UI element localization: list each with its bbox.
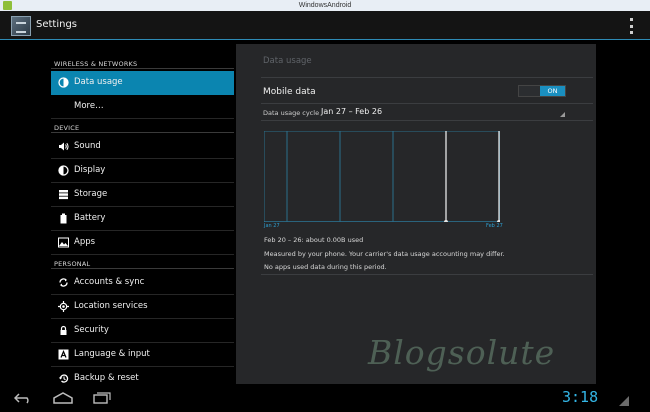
sidebar-item-label: Accounts & sync <box>74 277 145 287</box>
sidebar-item-label: Backup & reset <box>74 373 139 383</box>
sidebar-item-sound[interactable]: Sound <box>51 135 234 159</box>
divider <box>261 120 593 121</box>
sidebar-item-more[interactable]: More… <box>51 95 234 119</box>
sidebar-item-storage[interactable]: Storage <box>51 183 234 207</box>
sidebar-item-apps[interactable]: Apps <box>51 231 234 255</box>
mobile-data-toggle[interactable]: ON <box>518 85 566 97</box>
sidebar-item-label: Battery <box>74 213 106 223</box>
no-apps-note: No apps used data during this period. <box>264 263 387 271</box>
section-header-personal: PERSONAL <box>54 260 91 268</box>
sync-icon <box>58 277 69 288</box>
divider <box>51 268 234 269</box>
data-usage-icon <box>58 77 69 88</box>
status-clock[interactable]: 3:18 <box>562 388 598 406</box>
window-title: WindowsAndroid <box>298 2 352 9</box>
usage-summary: Feb 20 – 26: about 0.00B used <box>264 236 364 244</box>
chart-start-label: Jan 27 <box>264 223 280 229</box>
backup-icon <box>58 373 69 384</box>
signal-icon <box>619 396 629 406</box>
sidebar-item-label: Storage <box>74 189 108 199</box>
apps-icon <box>58 237 69 248</box>
home-icon[interactable] <box>53 392 73 407</box>
sidebar-item-label: Data usage <box>74 77 123 87</box>
cycle-dropdown[interactable]: Jan 27 – Feb 26 <box>321 107 382 116</box>
chart-frame <box>264 131 500 222</box>
sidebar-item-label: Sound <box>74 141 101 151</box>
sidebar-item-language[interactable]: Language & input <box>51 343 234 367</box>
sidebar-item-data-usage[interactable]: Data usage <box>51 71 234 95</box>
display-icon <box>58 165 69 176</box>
sidebar-item-security[interactable]: Security <box>51 319 234 343</box>
sidebar-item-battery[interactable]: Battery <box>51 207 234 231</box>
divider <box>261 274 593 275</box>
dropdown-arrow-icon[interactable] <box>560 112 565 117</box>
sidebar-item-label: Apps <box>74 237 96 247</box>
start-handle-knob <box>444 220 448 222</box>
settings-app-icon[interactable] <box>11 16 31 36</box>
end-handle-knob <box>497 220 500 222</box>
panel-title: Data usage <box>263 56 312 66</box>
section-header-wireless: WIRELESS & NETWORKS <box>54 60 138 68</box>
watermark-text: Blogsolute <box>368 333 556 372</box>
location-icon <box>58 301 69 312</box>
system-nav-bar: 3:18 <box>0 386 650 412</box>
overflow-menu-icon[interactable] <box>630 18 634 34</box>
recent-apps-icon[interactable] <box>93 392 111 407</box>
sidebar-item-label: Security <box>74 325 109 335</box>
sidebar-item-label: More… <box>74 101 104 111</box>
window-titlebar: WindowsAndroid <box>0 0 650 11</box>
action-bar: Settings <box>0 11 650 40</box>
chart-end-label: Feb 27 <box>486 223 503 229</box>
sidebar-item-label: Location services <box>74 301 148 311</box>
storage-icon <box>58 189 69 200</box>
cycle-label: Data usage cycle <box>263 109 320 117</box>
settings-sidebar: WIRELESS & NETWORKS Data usage More… DEV… <box>0 41 234 386</box>
section-header-device: DEVICE <box>54 124 80 132</box>
sidebar-item-label: Language & input <box>74 349 150 359</box>
sidebar-item-location[interactable]: Location services <box>51 295 234 319</box>
back-icon[interactable] <box>13 392 34 407</box>
divider <box>261 77 593 78</box>
sidebar-item-label: Display <box>74 165 106 175</box>
toggle-state: ON <box>540 86 565 96</box>
language-icon <box>58 349 69 360</box>
usage-chart[interactable] <box>264 131 500 222</box>
sidebar-item-accounts-sync[interactable]: Accounts & sync <box>51 271 234 295</box>
lock-icon <box>58 325 69 336</box>
speaker-icon <box>58 141 69 152</box>
sidebar-item-display[interactable]: Display <box>51 159 234 183</box>
divider <box>51 132 234 133</box>
divider <box>261 103 593 104</box>
mobile-data-label: Mobile data <box>263 87 316 97</box>
battery-icon <box>58 213 69 224</box>
measured-note: Measured by your phone. Your carrier's d… <box>264 250 505 258</box>
action-bar-title: Settings <box>36 19 78 30</box>
divider <box>51 68 234 69</box>
